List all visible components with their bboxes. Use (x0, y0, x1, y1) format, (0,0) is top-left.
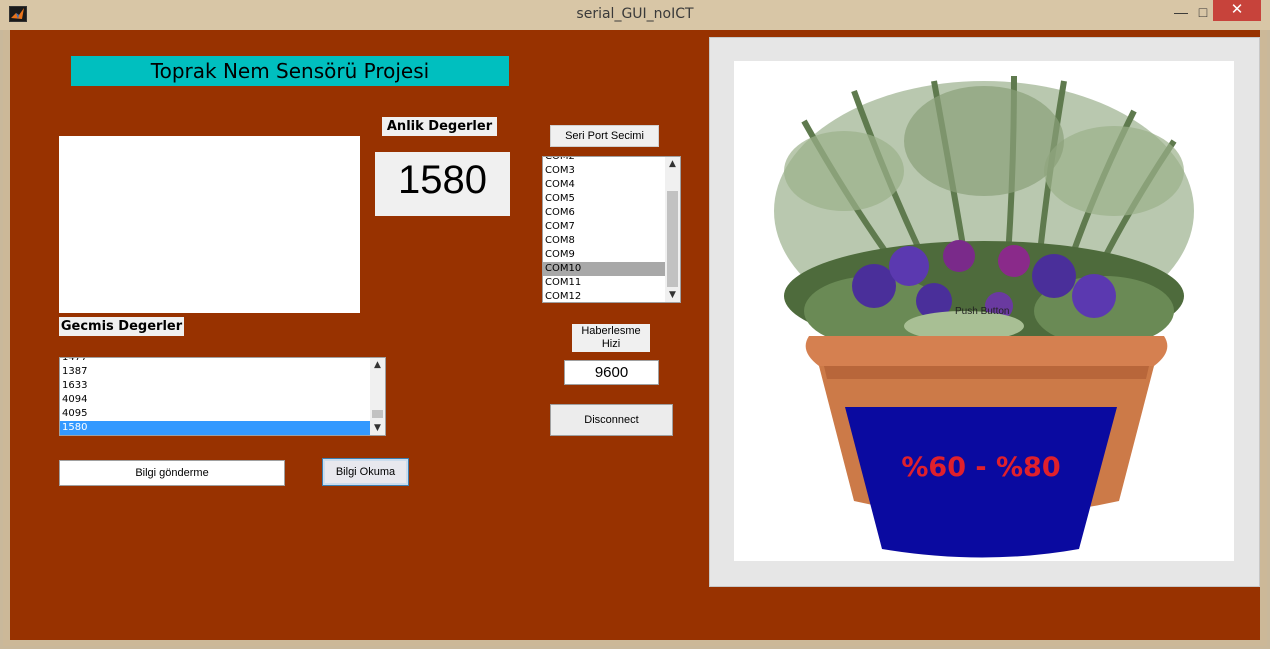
read-info-button[interactable]: Bilgi Okuma (322, 458, 409, 486)
send-info-button[interactable]: Bilgi gönderme (59, 460, 285, 486)
history-plot-area (59, 136, 360, 313)
list-item[interactable]: 1387 (60, 365, 372, 379)
list-item[interactable]: 1477 (60, 358, 372, 365)
chevron-down-icon[interactable]: ▼ (665, 290, 680, 300)
baud-rate-label: Haberlesme Hizi (572, 324, 650, 352)
list-item[interactable]: 4095 (60, 407, 372, 421)
list-item[interactable]: COM12 (543, 290, 667, 302)
list-item[interactable]: COM6 (543, 206, 667, 220)
baud-rate-field[interactable]: 9600 (564, 360, 659, 385)
list-item[interactable]: COM11 (543, 276, 667, 290)
list-item-selected[interactable]: COM10 (543, 262, 667, 276)
instant-values-label: Anlik Degerler (382, 117, 497, 136)
moisture-range-label: %60 - %80 (901, 452, 1061, 483)
page-title: Toprak Nem Sensörü Projesi (71, 56, 509, 86)
list-item[interactable]: 1633 (60, 379, 372, 393)
close-button[interactable]: ✕ (1213, 0, 1261, 21)
list-item-selected[interactable]: 1580 (60, 421, 372, 435)
scroll-thumb[interactable] (667, 191, 678, 287)
list-item[interactable]: COM5 (543, 192, 667, 206)
list-item[interactable]: COM7 (543, 220, 667, 234)
list-item[interactable]: COM8 (543, 234, 667, 248)
port-scrollbar[interactable]: ▲ ▼ (665, 157, 680, 302)
history-listbox[interactable]: 1477 1387 1633 4094 4095 1580 ▲ ▼ (59, 357, 386, 436)
serial-port-label: Seri Port Secimi (550, 125, 659, 147)
list-item[interactable]: 4094 (60, 393, 372, 407)
instant-value-display: 1580 (375, 152, 510, 216)
window-title: serial_GUI_noICT (576, 6, 694, 22)
list-item[interactable]: COM3 (543, 164, 667, 178)
list-item[interactable]: COM4 (543, 178, 667, 192)
history-scrollbar[interactable]: ▲ ▼ (370, 358, 385, 435)
disconnect-button[interactable]: Disconnect (550, 404, 673, 436)
scroll-thumb[interactable] (372, 410, 383, 418)
push-button[interactable]: Push Button (955, 306, 1009, 317)
list-item[interactable]: COM2 (543, 157, 667, 164)
pot (805, 336, 1168, 558)
serial-port-listbox[interactable]: COM2 COM3 COM4 COM5 COM6 COM7 COM8 COM9 … (542, 156, 681, 303)
chevron-down-icon[interactable]: ▼ (370, 423, 385, 433)
list-item[interactable]: COM9 (543, 248, 667, 262)
chevron-up-icon[interactable]: ▲ (370, 360, 385, 370)
history-values-label: Gecmis Degerler (59, 317, 184, 336)
chevron-up-icon[interactable]: ▲ (665, 159, 680, 169)
